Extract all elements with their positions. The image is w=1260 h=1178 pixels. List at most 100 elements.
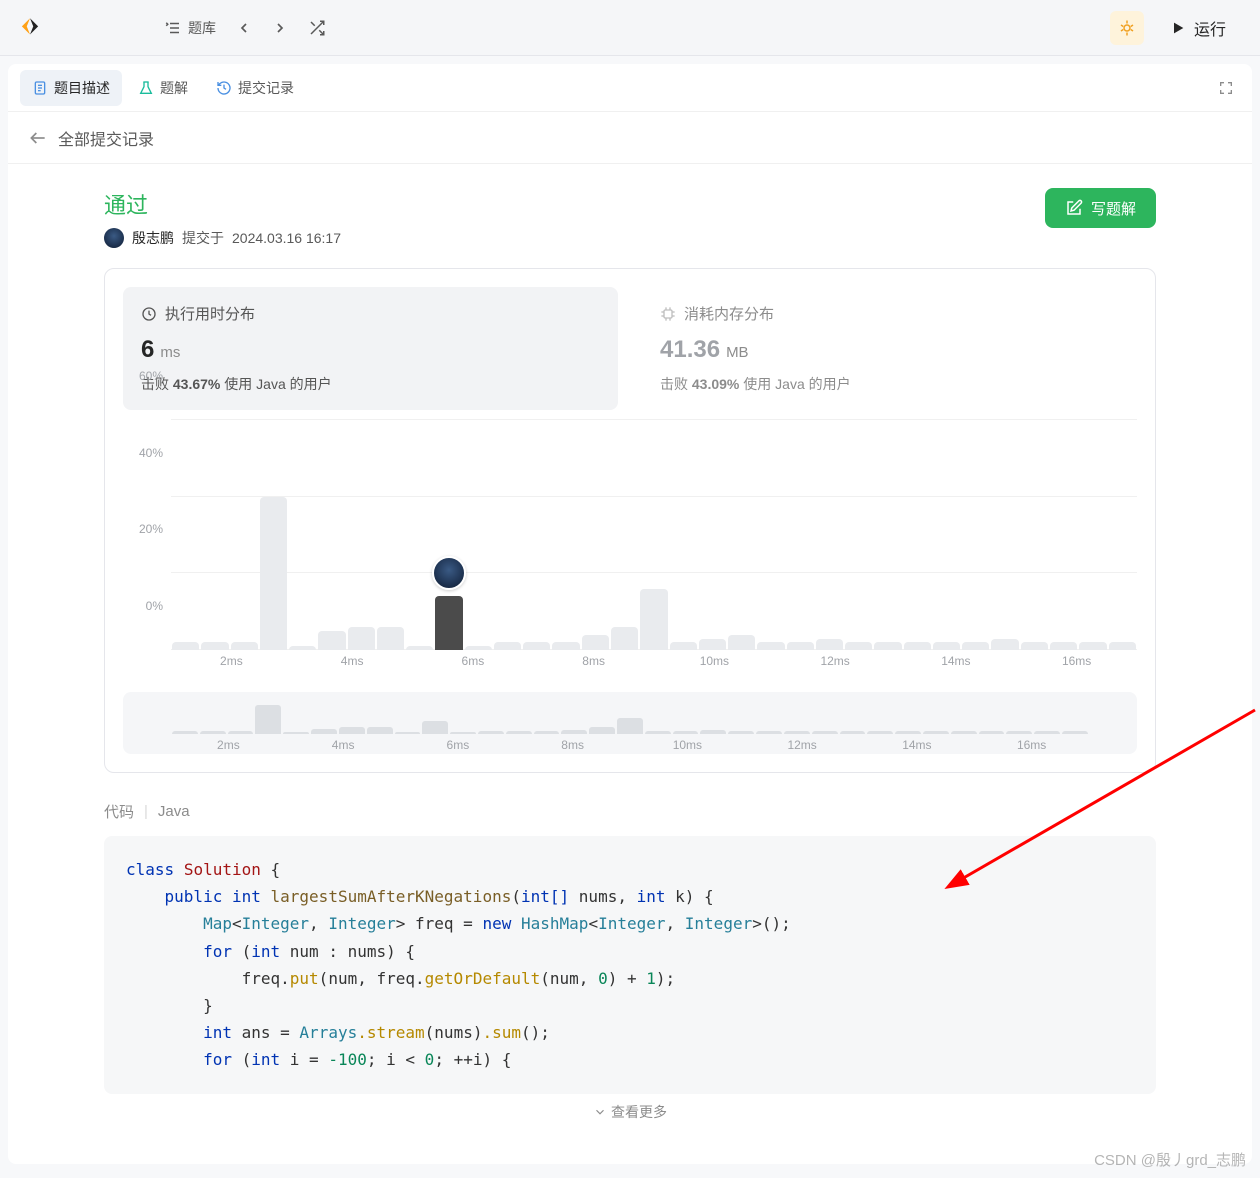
tab-bar: 题目描述 题解 提交记录 [8, 64, 1252, 112]
shuffle-button[interactable] [298, 12, 336, 44]
byline: 殷志鹏 提交于 2024.03.16 16:17 [104, 228, 341, 248]
chip-icon [660, 306, 676, 322]
runtime-panel[interactable]: 执行用时分布 6 ms 击败 43.67% 使用 Java 的用户 [123, 287, 618, 410]
memory-beats-prefix: 击败 [660, 376, 688, 392]
chart-bar[interactable] [1021, 642, 1048, 650]
chart-bar[interactable] [1050, 642, 1077, 650]
expand-icon [1218, 80, 1234, 96]
code-header: 代码 | Java [104, 801, 1156, 822]
tab-description-label: 题目描述 [54, 78, 110, 98]
chart-bar[interactable] [787, 642, 814, 650]
chart-bar[interactable] [874, 642, 901, 650]
avatar[interactable] [104, 228, 124, 248]
code-label: 代码 [104, 801, 134, 822]
chart-bar[interactable] [494, 642, 521, 650]
chart-bar[interactable] [435, 596, 462, 650]
memory-panel[interactable]: 消耗内存分布 41.36 MB 击败 43.09% 使用 Java 的用户 [642, 287, 1137, 410]
back-button[interactable] [28, 128, 48, 148]
chart-bar[interactable] [231, 642, 258, 650]
submitted-prefix: 提交于 [182, 228, 224, 248]
fullscreen-button[interactable] [1212, 74, 1240, 102]
chevron-right-icon [272, 20, 288, 36]
chart-bar[interactable] [406, 646, 433, 650]
memory-beats-suffix: 使用 Java 的用户 [743, 376, 850, 392]
chart-bar[interactable] [318, 631, 345, 650]
chart-bar[interactable] [962, 642, 989, 650]
memory-value: 41.36 [660, 336, 720, 364]
chart-bar[interactable] [377, 627, 404, 650]
debug-icon[interactable] [1110, 11, 1144, 45]
show-more-label: 查看更多 [611, 1102, 667, 1122]
chart-bar[interactable] [991, 639, 1018, 651]
chart-bar[interactable] [172, 642, 199, 650]
code-lang: Java [158, 803, 190, 820]
memory-beats-pct: 43.09% [692, 376, 739, 392]
chart-bar[interactable] [670, 642, 697, 650]
chart-bar[interactable] [289, 646, 316, 650]
chart-bar[interactable] [757, 642, 784, 650]
chart-bar[interactable] [201, 642, 228, 650]
chart-bar[interactable] [904, 642, 931, 650]
list-icon [164, 19, 182, 37]
write-solution-label: 写题解 [1091, 198, 1136, 219]
runtime-value: 6 [141, 336, 154, 364]
run-button[interactable]: 运行 [1152, 10, 1244, 46]
logo[interactable] [16, 14, 44, 42]
shuffle-icon [308, 19, 326, 37]
chart-bar[interactable] [1079, 642, 1106, 650]
play-icon [1170, 20, 1186, 36]
chart-bar[interactable] [845, 642, 872, 650]
document-icon [32, 80, 48, 96]
main-area: 通过 殷志鹏 提交于 2024.03.16 16:17 写题解 执行用时分布 [8, 164, 1252, 1122]
history-icon [216, 80, 232, 96]
runtime-unit: ms [160, 344, 180, 361]
chart-bar[interactable] [523, 642, 550, 650]
tab-submissions[interactable]: 提交记录 [204, 70, 306, 106]
chart-bar[interactable] [699, 639, 726, 651]
chevron-left-icon [236, 20, 252, 36]
tab-description[interactable]: 题目描述 [20, 70, 122, 106]
chart-bar[interactable] [816, 639, 843, 651]
run-label: 运行 [1194, 16, 1226, 40]
mini-chart[interactable]: 2ms4ms6ms8ms10ms12ms14ms16ms [123, 692, 1137, 754]
show-more-button[interactable]: 查看更多 [104, 1102, 1156, 1122]
status-title: 通过 [104, 188, 341, 220]
chart-bar[interactable] [933, 642, 960, 650]
chart-bar[interactable] [728, 635, 755, 650]
content-card: 题目描述 题解 提交记录 全部提交记录 通过 殷志鹏 提交于 [8, 64, 1252, 1164]
memory-title: 消耗内存分布 [684, 303, 774, 324]
subheader: 全部提交记录 [8, 112, 1252, 164]
chevron-down-icon [593, 1105, 607, 1119]
problems-link[interactable]: 题库 [154, 12, 226, 44]
chart-bar[interactable] [1109, 642, 1136, 650]
problems-label: 题库 [188, 18, 216, 38]
tab-submissions-label: 提交记录 [238, 78, 294, 98]
tab-solution[interactable]: 题解 [126, 70, 200, 106]
prev-button[interactable] [226, 12, 262, 44]
tab-solution-label: 题解 [160, 78, 188, 98]
chart-bar[interactable] [611, 627, 638, 650]
chart-bar[interactable] [260, 497, 287, 650]
memory-unit: MB [726, 344, 749, 361]
chart-bar[interactable] [465, 646, 492, 650]
top-bar: 题库 运行 [0, 0, 1260, 56]
stats-card: 执行用时分布 6 ms 击败 43.67% 使用 Java 的用户 [104, 268, 1156, 773]
write-solution-button[interactable]: 写题解 [1045, 188, 1156, 228]
runtime-beats-suffix: 使用 Java 的用户 [224, 376, 331, 392]
runtime-chart: 0%20%40%60% 2ms4ms6ms8ms10ms12ms14ms16ms [123, 420, 1137, 680]
chart-bar[interactable] [552, 642, 579, 650]
runtime-beats-pct: 43.67% [173, 376, 220, 392]
next-button[interactable] [262, 12, 298, 44]
chart-bar[interactable] [640, 589, 667, 650]
arrow-left-icon [28, 128, 48, 148]
chart-bar[interactable] [582, 635, 609, 650]
chart-bar[interactable] [348, 627, 375, 650]
code-block[interactable]: class Solution { public int largestSumAf… [104, 836, 1156, 1094]
subheader-title: 全部提交记录 [58, 126, 154, 150]
author-name[interactable]: 殷志鹏 [132, 228, 174, 248]
status-row: 通过 殷志鹏 提交于 2024.03.16 16:17 写题解 [104, 188, 1156, 248]
flask-icon [138, 80, 154, 96]
runtime-title: 执行用时分布 [165, 303, 255, 324]
edit-icon [1065, 199, 1083, 217]
clock-icon [141, 306, 157, 322]
